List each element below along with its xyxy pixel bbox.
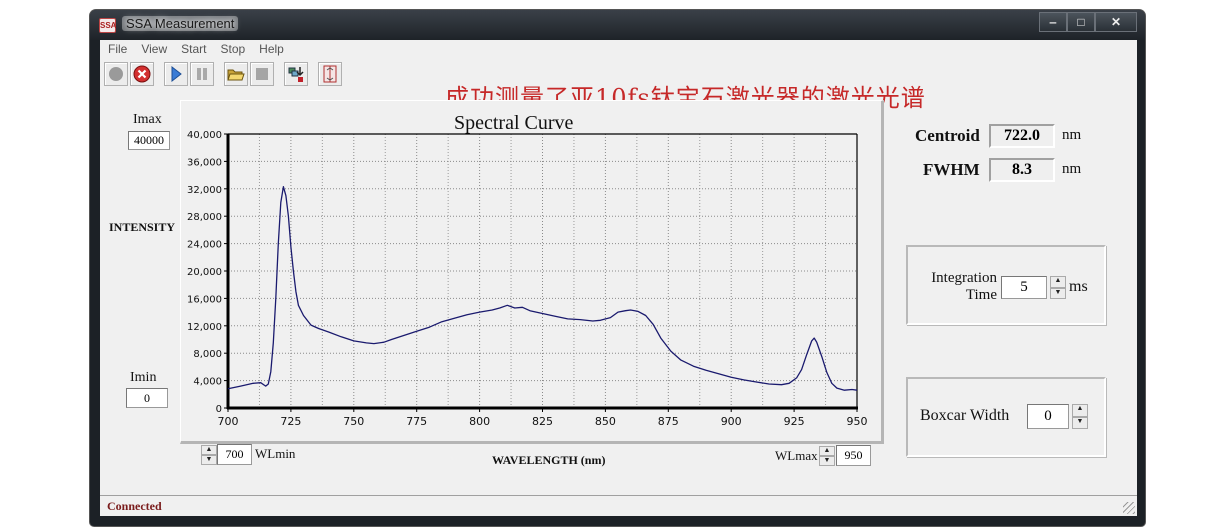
- pause-button[interactable]: [190, 62, 214, 86]
- menu-stop[interactable]: Stop: [212, 40, 251, 56]
- record-button[interactable]: [104, 62, 128, 86]
- export-icon: [288, 67, 304, 82]
- spin-down-icon[interactable]: ▼: [201, 455, 217, 465]
- open-folder-icon: [227, 69, 245, 81]
- integration-unit: ms: [1069, 278, 1088, 295]
- menu-start[interactable]: Start: [173, 40, 212, 56]
- spin-down-icon[interactable]: ▼: [819, 456, 835, 466]
- app-window: SSA SSA Measurement ‒ □ ✕ File View Start S…: [90, 10, 1145, 526]
- export-button[interactable]: [284, 62, 308, 86]
- app-icon: SSA: [99, 18, 116, 33]
- wlmin-label: WLmin: [255, 446, 296, 461]
- imin-input[interactable]: 0: [126, 388, 168, 408]
- spin-up-icon[interactable]: ▲: [201, 445, 217, 455]
- spin-up-icon[interactable]: ▲: [819, 446, 835, 456]
- toolbar: [104, 62, 344, 88]
- spin-up-icon[interactable]: ▲: [1050, 276, 1066, 288]
- x-axis-label: WAVELENGTH (nm): [492, 453, 606, 467]
- cancel-button[interactable]: [130, 62, 154, 86]
- imax-input[interactable]: 40000: [128, 131, 170, 150]
- client-area: File View Start Stop Help 成功测量了亚10fs钛宝石激光器的激…: [100, 40, 1137, 516]
- integration-time-input[interactable]: 5: [1001, 276, 1047, 299]
- integration-label-line1: Integration: [931, 270, 997, 286]
- maximize-button[interactable]: □: [1067, 12, 1095, 32]
- fwhm-value: 8.3: [989, 158, 1055, 182]
- integration-label: Integration Time: [917, 270, 997, 304]
- close-button[interactable]: ✕: [1095, 12, 1137, 32]
- minimize-button[interactable]: ‒: [1039, 12, 1067, 32]
- record-icon: [109, 67, 123, 81]
- boxcar-spinner[interactable]: ▲ ▼: [1072, 404, 1088, 429]
- boxcar-input[interactable]: 0: [1027, 404, 1069, 429]
- chart-title: Spectral Curve: [454, 112, 574, 134]
- spin-down-icon[interactable]: ▼: [1072, 416, 1088, 429]
- imax-label: Imax: [133, 112, 162, 127]
- menu-view[interactable]: View: [133, 40, 173, 56]
- plot-panel: [180, 100, 884, 444]
- fwhm-unit: nm: [1062, 161, 1082, 177]
- book-button[interactable]: [318, 62, 342, 86]
- open-button[interactable]: [224, 62, 248, 86]
- boxcar-label: Boxcar Width: [920, 407, 1010, 424]
- status-bar: Connected: [100, 495, 1137, 516]
- wlmax-input[interactable]: 950: [836, 445, 871, 466]
- spin-up-icon[interactable]: ▲: [1072, 404, 1088, 417]
- wlmax-spinner[interactable]: ▲ ▼: [819, 446, 835, 466]
- fwhm-label: FWHM: [923, 160, 980, 179]
- window-title: SSA Measurement: [122, 16, 239, 31]
- imin-label: Imin: [130, 370, 157, 385]
- centroid-unit: nm: [1062, 127, 1082, 143]
- integration-label-line2: Time: [965, 287, 997, 303]
- wlmax-label: WLmax: [775, 448, 818, 463]
- wlmin-spinner[interactable]: ▲ ▼: [201, 445, 217, 465]
- stop-button[interactable]: [250, 62, 274, 86]
- status-text: Connected: [107, 499, 162, 513]
- centroid-label: Centroid: [915, 126, 980, 145]
- pause-icon: [197, 68, 207, 80]
- wlmin-input[interactable]: 700: [217, 444, 252, 465]
- centroid-value: 722.0: [989, 124, 1055, 148]
- menu-help[interactable]: Help: [251, 40, 290, 56]
- stop-icon: [256, 68, 268, 80]
- spin-down-icon[interactable]: ▼: [1050, 287, 1066, 299]
- cancel-icon: [133, 65, 151, 83]
- integration-spinner[interactable]: ▲ ▼: [1050, 276, 1066, 299]
- menu-bar: File View Start Stop Help: [100, 40, 1137, 59]
- resize-grip[interactable]: [1123, 502, 1135, 514]
- play-button[interactable]: [164, 62, 188, 86]
- title-bar[interactable]: SSA SSA Measurement ‒ □ ✕: [90, 10, 1145, 40]
- intensity-label: INTENSITY: [109, 220, 176, 234]
- book-icon: [323, 65, 337, 83]
- menu-file[interactable]: File: [100, 40, 133, 56]
- play-icon: [171, 66, 182, 82]
